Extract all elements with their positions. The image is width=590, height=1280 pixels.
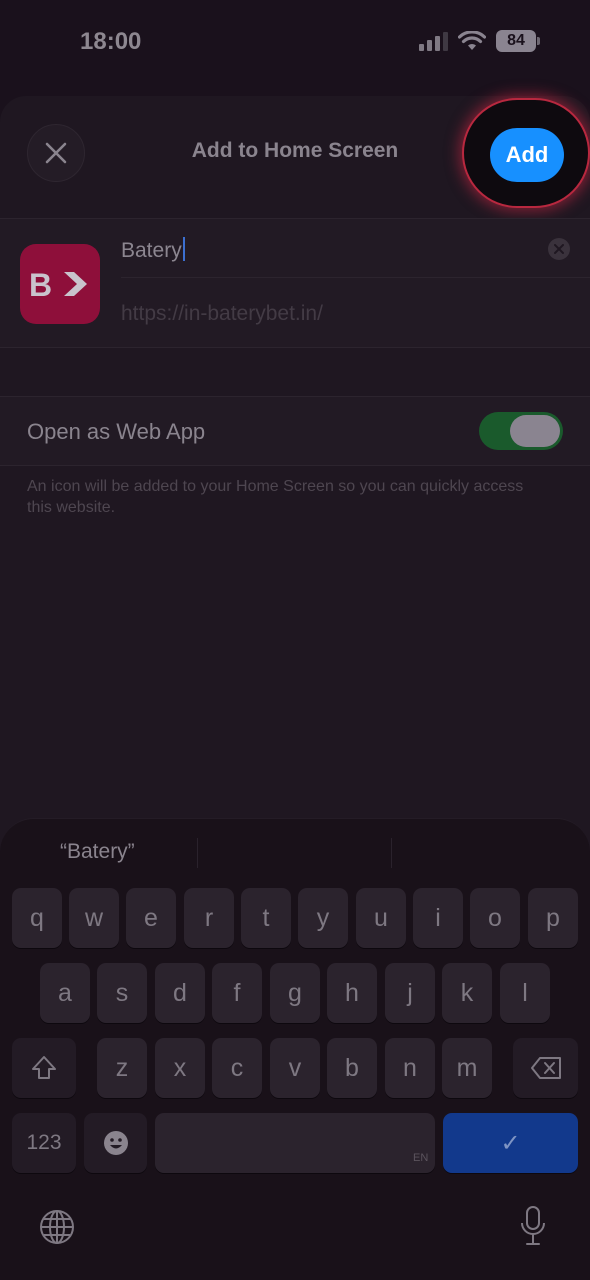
key-g[interactable]: g: [270, 963, 320, 1023]
key-u[interactable]: u: [356, 888, 406, 948]
key-v[interactable]: v: [270, 1038, 320, 1098]
backspace-key[interactable]: [513, 1038, 578, 1098]
add-button[interactable]: Add: [490, 128, 564, 182]
key-t[interactable]: t: [241, 888, 291, 948]
backspace-icon: [530, 1057, 561, 1079]
battery-indicator: 84: [496, 30, 540, 52]
batery-logo-icon: B: [29, 269, 87, 299]
key-l[interactable]: l: [500, 963, 550, 1023]
return-key[interactable]: ✓: [443, 1113, 578, 1173]
key-c[interactable]: c: [212, 1038, 262, 1098]
checkmark-icon: ✓: [500, 1129, 521, 1157]
cellular-signal-icon: [419, 31, 448, 51]
key-s[interactable]: s: [97, 963, 147, 1023]
app-name-field[interactable]: Batery: [121, 237, 185, 263]
key-e[interactable]: e: [126, 888, 176, 948]
key-f[interactable]: f: [212, 963, 262, 1023]
key-n[interactable]: n: [385, 1038, 435, 1098]
shift-key[interactable]: [12, 1038, 76, 1098]
app-url: https://in-baterybet.in/: [121, 302, 323, 325]
key-r[interactable]: r: [184, 888, 234, 948]
web-app-label: Open as Web App: [27, 419, 206, 444]
key-k[interactable]: k: [442, 963, 492, 1023]
clear-icon: [554, 244, 564, 254]
wifi-icon: [458, 31, 486, 50]
suggestion-item[interactable]: “Batery”: [60, 840, 135, 864]
key-j[interactable]: j: [385, 963, 435, 1023]
key-o[interactable]: o: [470, 888, 520, 948]
key-w[interactable]: w: [69, 888, 119, 948]
status-bar: 18:00 84: [0, 0, 590, 86]
emoji-key[interactable]: [84, 1113, 147, 1173]
key-i[interactable]: i: [413, 888, 463, 948]
text-cursor: [182, 237, 185, 261]
key-b[interactable]: b: [327, 1038, 377, 1098]
keyboard-language-label: EN: [413, 1152, 429, 1164]
status-time: 18:00: [80, 28, 142, 55]
key-h[interactable]: h: [327, 963, 377, 1023]
numbers-key[interactable]: 123: [12, 1113, 76, 1173]
key-p[interactable]: p: [528, 888, 578, 948]
key-m[interactable]: m: [442, 1038, 492, 1098]
microphone-icon[interactable]: [519, 1205, 547, 1247]
app-name-value: Batery: [121, 239, 182, 262]
app-icon: B: [20, 244, 100, 324]
space-key[interactable]: [155, 1113, 435, 1173]
toggle-knob: [510, 415, 560, 447]
suggestion-divider: [391, 838, 392, 868]
field-divider: [121, 277, 590, 278]
shift-icon: [32, 1056, 56, 1079]
key-a[interactable]: a: [40, 963, 90, 1023]
suggestion-divider: [197, 838, 198, 868]
emoji-icon: [103, 1131, 128, 1155]
key-y[interactable]: y: [298, 888, 348, 948]
key-x[interactable]: x: [155, 1038, 205, 1098]
key-d[interactable]: d: [155, 963, 205, 1023]
status-icons: 84: [419, 30, 540, 52]
app-icon-letter: B: [29, 269, 52, 299]
globe-icon[interactable]: [38, 1208, 76, 1246]
key-z[interactable]: z: [97, 1038, 147, 1098]
key-q[interactable]: q: [12, 888, 62, 948]
footnote-text: An icon will be added to your Home Scree…: [27, 478, 524, 516]
clear-text-button[interactable]: [548, 238, 570, 260]
